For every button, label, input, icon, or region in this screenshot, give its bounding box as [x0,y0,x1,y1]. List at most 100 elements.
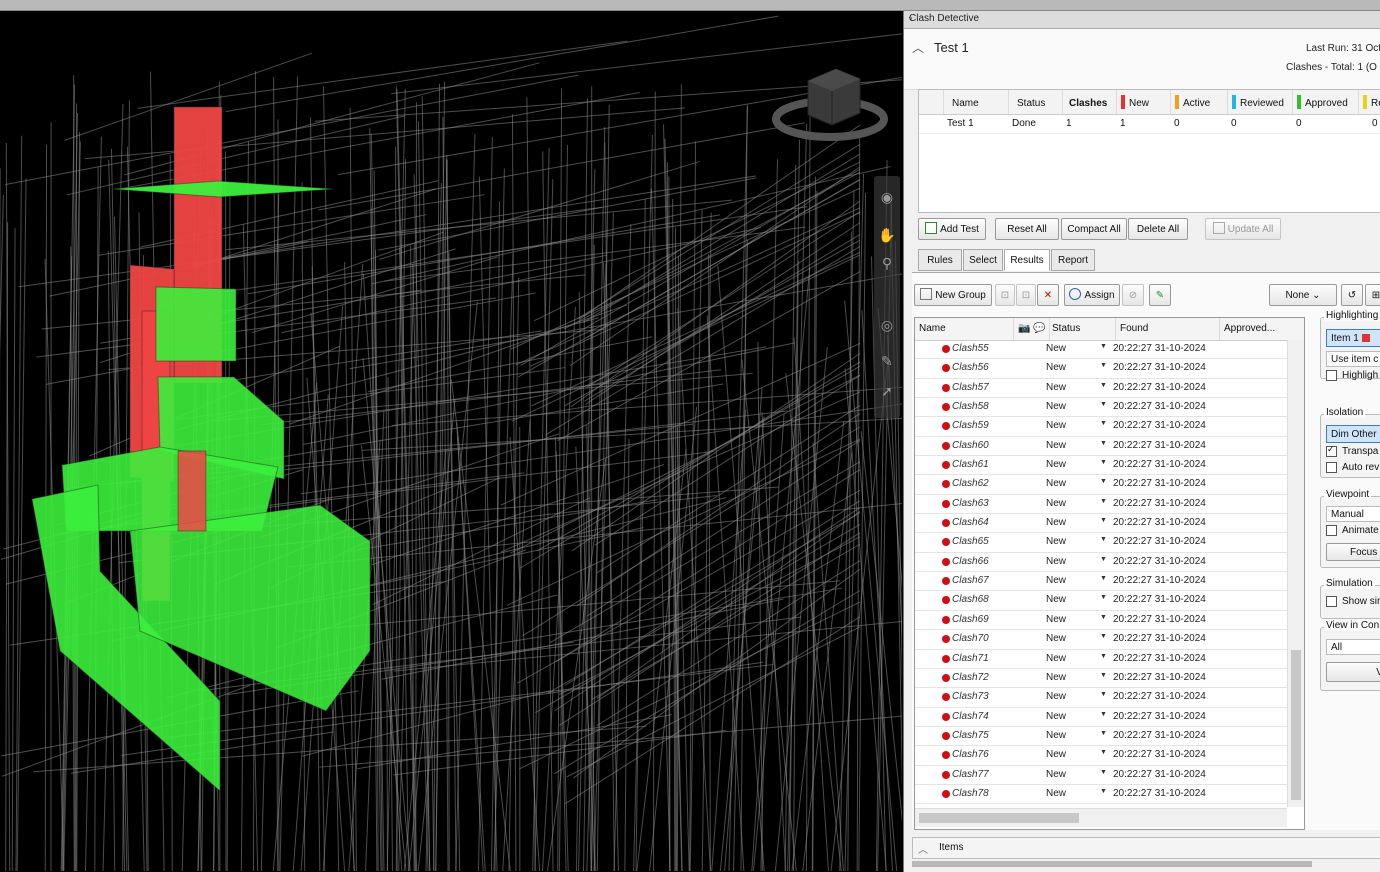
results-col-status[interactable]: Status [1049,318,1115,340]
use-item-colors-select[interactable]: Use item c [1326,351,1380,367]
col-name[interactable]: Name [943,90,1008,114]
clash-status[interactable]: New [1046,498,1066,509]
clash-status[interactable]: New [1046,730,1066,741]
status-dropdown-arrow-icon[interactable]: ▼ [1100,459,1107,466]
status-dropdown-arrow-icon[interactable]: ▼ [1100,711,1107,718]
transparent-dimming-box[interactable] [1326,444,1337,457]
status-dropdown-arrow-icon[interactable]: ▼ [1100,536,1107,543]
status-dropdown-arrow-icon[interactable]: ▼ [1100,749,1107,756]
compact-all-button[interactable]: Compact All [1061,218,1127,240]
col-reviewed[interactable]: Reviewed [1227,90,1292,114]
clash-status[interactable]: New [1046,575,1066,586]
results-col-approved[interactable]: Approved... [1219,318,1287,340]
viewcube[interactable] [772,61,888,151]
status-dropdown-arrow-icon[interactable]: ▼ [1100,633,1107,640]
clash-row[interactable]: Clash74 New ▼ 20:22:27 31-10-2024 [915,708,1287,727]
show-simulation-box[interactable] [1326,596,1337,607]
update-all-button[interactable]: Update All [1205,218,1281,240]
explode-group-icon-button[interactable]: ⊡ [1016,284,1036,306]
col-approved[interactable]: Approved [1292,90,1358,114]
col-new[interactable]: New [1116,90,1170,114]
unassign-icon-button[interactable]: ⊘ [1122,284,1144,306]
status-dropdown-arrow-icon[interactable]: ▼ [1100,343,1107,350]
delete-all-button[interactable]: Delete All [1128,218,1188,240]
collapse-chevron-icon[interactable]: ︿ [912,39,924,56]
bottom-scrollbar[interactable] [912,861,1312,867]
export-icon-button[interactable]: ⊞ [1365,284,1380,306]
clash-row[interactable]: Clash64 New ▼ 20:22:27 31-10-2024 [915,514,1287,534]
refresh-icon-button[interactable]: ↺ [1341,284,1363,306]
zoom-icon[interactable]: ⚲ [878,254,896,272]
status-dropdown-arrow-icon[interactable]: ▼ [1100,769,1107,776]
tab-rules[interactable]: Rules [918,249,962,271]
status-dropdown-arrow-icon[interactable]: ▼ [1100,730,1107,737]
clash-row[interactable]: Clash67 New ▼ 20:22:27 31-10-2024 [915,572,1287,592]
status-dropdown-arrow-icon[interactable]: ▼ [1100,575,1107,582]
col-active[interactable]: Active [1170,90,1227,114]
status-dropdown-arrow-icon[interactable]: ▼ [1100,478,1107,485]
clash-row[interactable]: Clash55 New ▼ 20:22:27 31-10-2024 [915,340,1287,360]
orbit-icon[interactable]: ◎ [878,316,896,334]
clash-status[interactable]: New [1046,382,1066,393]
clash-row[interactable]: Clash57 New ▼ 20:22:27 31-10-2024 [915,379,1287,399]
status-dropdown-arrow-icon[interactable]: ▼ [1100,594,1107,601]
clash-status[interactable]: New [1046,343,1066,354]
steering-wheel-icon[interactable]: ◉ [878,188,896,206]
clash-status[interactable]: New [1046,478,1066,489]
clash-status[interactable]: New [1046,633,1066,644]
select-cursor-icon[interactable]: ➚ [878,382,896,400]
results-col-name[interactable]: Name [915,318,1013,340]
tab-results[interactable]: Results [1004,249,1050,271]
highlight-all-box[interactable] [1326,370,1337,381]
clash-status[interactable]: New [1046,420,1066,431]
status-dropdown-arrow-icon[interactable]: ▼ [1100,556,1107,563]
items-section[interactable]: ︿ Items [912,837,1380,859]
viewpoint-mode-select[interactable]: Manual [1326,506,1380,522]
status-dropdown-arrow-icon[interactable]: ▼ [1100,498,1107,505]
status-dropdown-arrow-icon[interactable]: ▼ [1100,440,1107,447]
auto-reveal-checkbox[interactable]: Auto rev [1326,462,1379,473]
col-status[interactable]: Status [1008,90,1062,114]
clash-status[interactable]: New [1046,711,1066,722]
clash-status[interactable]: New [1046,556,1066,567]
look-icon[interactable]: ✎ [878,352,896,370]
clash-row[interactable]: Clash56 New ▼ 20:22:27 31-10-2024 [915,359,1287,379]
results-vertical-scrollbar[interactable] [1287,340,1304,807]
new-group-button[interactable]: New Group [914,284,992,306]
clash-row[interactable]: Clash59 New ▼ 20:22:27 31-10-2024 [915,417,1287,437]
pan-hand-icon[interactable]: ✋ [878,226,896,244]
clash-row[interactable]: Clash76 New ▼ 20:22:27 31-10-2024 [915,746,1287,766]
reset-all-button[interactable]: Reset All [995,218,1059,240]
transparent-dimming-checkbox[interactable]: Transpa [1326,444,1378,457]
clash-row[interactable]: Clash72 New ▼ 20:22:27 31-10-2024 [915,669,1287,689]
col-resolved[interactable]: Re [1358,90,1380,114]
animate-transitions-checkbox[interactable]: Animate [1326,525,1379,536]
results-horizontal-scrollbar[interactable] [915,808,1287,827]
clash-row[interactable]: Clash58 New ▼ 20:22:27 31-10-2024 [915,398,1287,418]
item1-highlight-button[interactable]: Item 1 [1326,329,1380,347]
clash-status[interactable]: New [1046,362,1066,373]
clash-status[interactable]: New [1046,594,1066,605]
clash-row[interactable]: Clash65 New ▼ 20:22:27 31-10-2024 [915,533,1287,553]
animate-transitions-box[interactable] [1326,525,1337,536]
status-dropdown-arrow-icon[interactable]: ▼ [1100,420,1107,427]
status-dropdown-arrow-icon[interactable]: ▼ [1100,653,1107,660]
clash-row[interactable]: Clash78 New ▼ 20:22:27 31-10-2024 [915,785,1287,805]
status-dropdown-arrow-icon[interactable]: ▼ [1100,672,1107,679]
clash-row[interactable]: Clash60 New ▼ 20:22:27 31-10-2024 [915,437,1287,457]
clash-status[interactable]: New [1046,440,1066,451]
3d-model-viewport[interactable]: ◉ ✋ ⚲ ◎ ✎ ➚ [0,11,902,872]
clash-status[interactable]: New [1046,769,1066,780]
clash-row[interactable]: Clash77 New ▼ 20:22:27 31-10-2024 [915,766,1287,785]
clash-row[interactable]: Clash61 New ▼ 20:22:27 31-10-2024 [915,456,1287,476]
remove-from-group-icon-button[interactable]: ✕ [1037,284,1059,306]
assign-button[interactable]: Assign [1064,284,1120,306]
status-dropdown-arrow-icon[interactable]: ▼ [1100,382,1107,389]
view-in-context-select[interactable]: All [1326,639,1380,655]
show-simulation-checkbox[interactable]: Show sir [1326,596,1380,607]
status-dropdown-arrow-icon[interactable]: ▼ [1100,788,1107,795]
dim-other-button[interactable]: Dim Other [1326,425,1380,443]
results-col-found[interactable]: Found [1115,318,1219,340]
clash-status[interactable]: New [1046,672,1066,683]
clash-status[interactable]: New [1046,459,1066,470]
